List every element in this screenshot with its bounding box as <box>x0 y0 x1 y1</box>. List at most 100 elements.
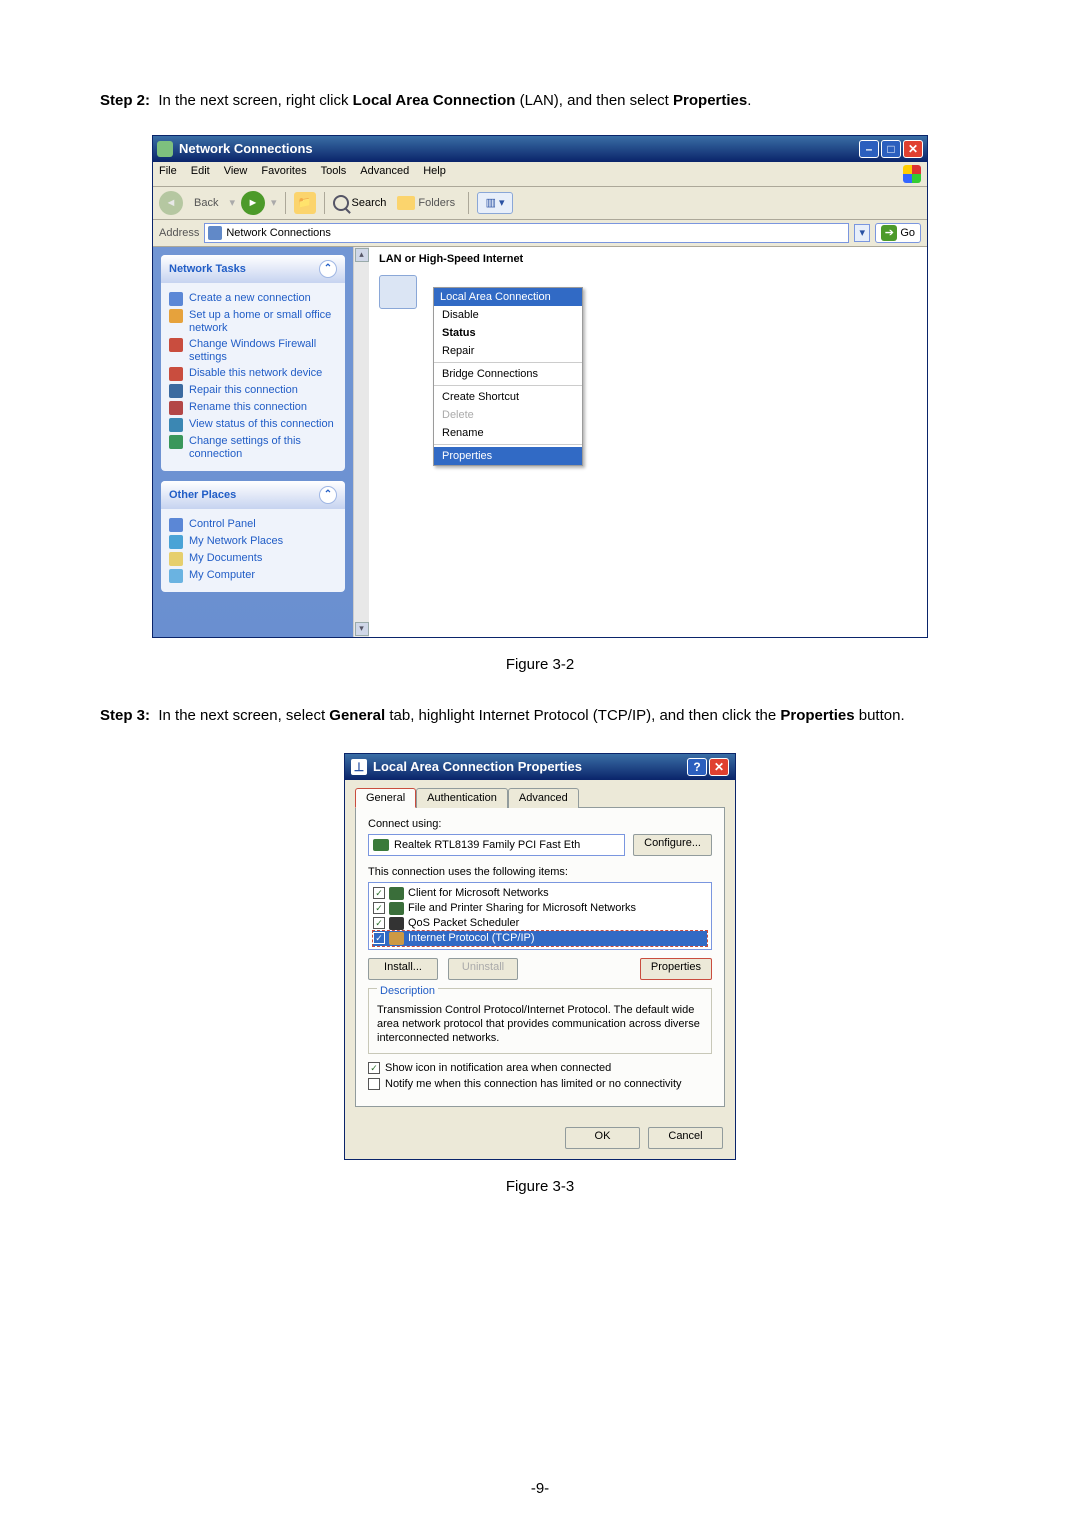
up-button[interactable]: 📁 <box>294 192 316 214</box>
step3-text: Step 3: In the next screen, select Gener… <box>100 701 980 731</box>
task-setup-network[interactable]: Set up a home or small office network <box>169 309 337 335</box>
close-button[interactable]: ✕ <box>903 140 923 158</box>
menu-tools[interactable]: Tools <box>321 165 347 183</box>
task-firewall[interactable]: Change Windows Firewall settings <box>169 338 337 364</box>
tab-advanced[interactable]: Advanced <box>508 788 579 808</box>
item-icon <box>389 932 404 945</box>
cancel-button[interactable]: Cancel <box>648 1127 723 1149</box>
description-text: Transmission Control Protocol/Internet P… <box>377 1003 703 1046</box>
checkbox-icon[interactable]: ✓ <box>373 917 385 929</box>
menu-help[interactable]: Help <box>423 165 446 183</box>
task-disable-device[interactable]: Disable this network device <box>169 367 337 381</box>
place-my-computer[interactable]: My Computer <box>169 569 337 583</box>
go-button[interactable]: ➔ Go <box>875 223 921 243</box>
task-change-settings[interactable]: Change settings of this connection <box>169 435 337 461</box>
checkbox-icon[interactable]: ✓ <box>373 902 385 914</box>
tab-authentication[interactable]: Authentication <box>416 788 508 808</box>
item-client-networks[interactable]: ✓ Client for Microsoft Networks <box>373 886 707 901</box>
window-title: Network Connections <box>179 141 859 156</box>
items-label: This connection uses the following items… <box>368 866 712 878</box>
menu-edit[interactable]: Edit <box>191 165 210 183</box>
checkbox-icon[interactable]: ✓ <box>368 1062 380 1074</box>
checkbox-icon[interactable]: ✓ <box>368 1078 380 1090</box>
item-qos-scheduler[interactable]: ✓ QoS Packet Scheduler <box>373 916 707 931</box>
checkbox-icon[interactable]: ✓ <box>373 887 385 899</box>
maximize-button[interactable]: □ <box>881 140 901 158</box>
minimize-button[interactable]: – <box>859 140 879 158</box>
network-tasks-header[interactable]: Network Tasks ⌃ <box>161 255 345 283</box>
context-menu: Local Area Connection Disable Status Rep… <box>433 287 583 466</box>
step3-label: Step 3: <box>100 707 150 724</box>
ctx-bridge[interactable]: Bridge Connections <box>434 365 582 383</box>
install-button[interactable]: Install... <box>368 958 438 980</box>
tab-general[interactable]: General <box>355 788 416 808</box>
views-button[interactable]: ▥ ▾ <box>477 192 513 214</box>
address-field[interactable]: Network Connections <box>204 223 849 243</box>
collapse-icon[interactable]: ⌃ <box>319 486 337 504</box>
task-repair[interactable]: Repair this connection <box>169 384 337 398</box>
menubar: File Edit View Favorites Tools Advanced … <box>153 162 927 187</box>
tabs: General Authentication Advanced <box>355 788 725 808</box>
task-create-connection[interactable]: Create a new connection <box>169 292 337 306</box>
show-icon-checkbox[interactable]: ✓ Show icon in notification area when co… <box>368 1062 712 1074</box>
group-label: LAN or High-Speed Internet <box>379 253 917 265</box>
item-file-printer-sharing[interactable]: ✓ File and Printer Sharing for Microsoft… <box>373 901 707 916</box>
titlebar[interactable]: Network Connections – □ ✕ <box>153 136 927 162</box>
menu-favorites[interactable]: Favorites <box>261 165 306 183</box>
task-rename[interactable]: Rename this connection <box>169 401 337 415</box>
item-tcpip[interactable]: ✓ Internet Protocol (TCP/IP) <box>373 931 707 946</box>
place-my-documents[interactable]: My Documents <box>169 552 337 566</box>
configure-button[interactable]: Configure... <box>633 834 712 856</box>
task-icon <box>169 367 183 381</box>
ctx-properties[interactable]: Properties <box>434 447 582 465</box>
menu-view[interactable]: View <box>224 165 248 183</box>
collapse-icon[interactable]: ⌃ <box>319 260 337 278</box>
uninstall-button: Uninstall <box>448 958 518 980</box>
menu-file[interactable]: File <box>159 165 177 183</box>
ctx-status[interactable]: Status <box>434 324 582 342</box>
step2-label: Step 2: <box>100 92 150 109</box>
ctx-rename[interactable]: Rename <box>434 424 582 442</box>
task-view-status[interactable]: View status of this connection <box>169 418 337 432</box>
search-icon <box>333 195 349 211</box>
properties-button[interactable]: Properties <box>640 958 712 980</box>
close-button[interactable]: ✕ <box>709 758 729 776</box>
ctx-shortcut[interactable]: Create Shortcut <box>434 388 582 406</box>
ctx-repair[interactable]: Repair <box>434 342 582 360</box>
forward-button[interactable]: ► <box>241 191 265 215</box>
items-listbox[interactable]: ✓ Client for Microsoft Networks ✓ File a… <box>368 882 712 950</box>
dialog-title: Local Area Connection Properties <box>373 759 687 774</box>
task-icon <box>169 384 183 398</box>
checkbox-icon[interactable]: ✓ <box>373 932 385 944</box>
dialog-titlebar[interactable]: ⊥ Local Area Connection Properties ? ✕ <box>345 754 735 780</box>
address-dropdown[interactable]: ▾ <box>854 224 870 242</box>
search-button[interactable]: Search <box>333 195 387 211</box>
item-icon <box>389 917 404 930</box>
place-network-places[interactable]: My Network Places <box>169 535 337 549</box>
address-icon <box>208 226 222 240</box>
menu-advanced[interactable]: Advanced <box>360 165 409 183</box>
task-icon <box>169 292 183 306</box>
lan-connection-icon <box>379 275 417 309</box>
task-icon <box>169 401 183 415</box>
help-button[interactable]: ? <box>687 758 707 776</box>
back-button[interactable]: ◄ <box>159 191 183 215</box>
page-number: -9- <box>0 1480 1080 1497</box>
ok-button[interactable]: OK <box>565 1127 640 1149</box>
back-label[interactable]: Back <box>189 195 223 211</box>
other-places-header[interactable]: Other Places ⌃ <box>161 481 345 509</box>
description-fieldset: Description Transmission Control Protoco… <box>368 988 712 1055</box>
place-icon <box>169 569 183 583</box>
adapter-name: Realtek RTL8139 Family PCI Fast Eth <box>394 839 580 851</box>
other-places-panel: Other Places ⌃ Control Panel My Network … <box>161 481 345 592</box>
place-control-panel[interactable]: Control Panel <box>169 518 337 532</box>
network-tasks-panel: Network Tasks ⌃ Create a new connection … <box>161 255 345 471</box>
place-icon <box>169 518 183 532</box>
notify-checkbox[interactable]: ✓ Notify me when this connection has lim… <box>368 1078 712 1090</box>
task-icon <box>169 309 183 323</box>
app-icon <box>157 141 173 157</box>
place-icon <box>169 552 183 566</box>
connect-using-label: Connect using: <box>368 818 712 830</box>
ctx-disable[interactable]: Disable <box>434 306 582 324</box>
folders-button[interactable]: Folders <box>392 194 460 212</box>
